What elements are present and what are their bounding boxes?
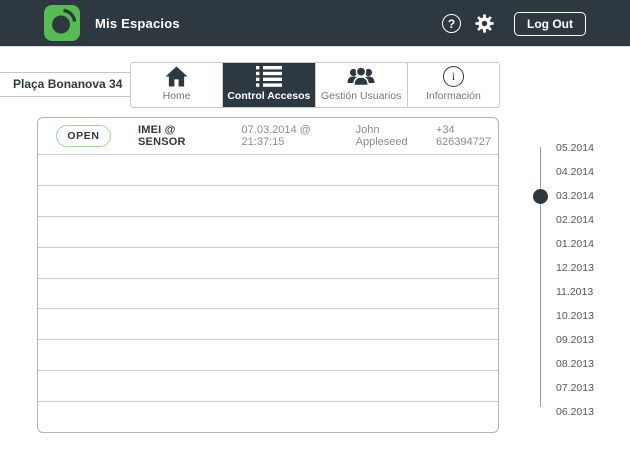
timeline-month-list: 05.2014 04.2014 03.2014 02.2014 01.2014 … <box>556 136 594 424</box>
timeline-month[interactable]: 06.2013 <box>556 400 594 424</box>
location-chip[interactable]: Plaça Bonanova 34 <box>0 72 137 97</box>
timeline-month[interactable]: 12.2013 <box>556 256 594 280</box>
empty-log-row <box>38 370 498 401</box>
access-log-row[interactable]: OPEN IMEI @ SENSOR 07.03.2014 @ 21:37:15… <box>38 118 498 154</box>
tab-control-accesos-label: Control Accesos <box>227 90 310 102</box>
help-icon[interactable]: ? <box>442 14 461 33</box>
tab-control-accesos[interactable]: Control Accesos <box>222 63 314 107</box>
timeline-line <box>540 147 541 407</box>
timeline-month[interactable]: 01.2014 <box>556 232 594 256</box>
app-title: Mis Espacios <box>95 16 180 31</box>
timeline-month[interactable]: 10.2013 <box>556 304 594 328</box>
empty-log-row <box>38 401 498 432</box>
empty-log-row <box>38 247 498 278</box>
home-icon <box>165 64 188 88</box>
user-label: John Appleseed <box>356 124 419 148</box>
timeline-month[interactable]: 02.2014 <box>556 208 594 232</box>
phone-label: +34 626394727 <box>436 124 498 148</box>
timeline-month[interactable]: 05.2014 <box>556 136 594 160</box>
logout-button[interactable]: Log Out <box>514 12 586 36</box>
access-list-icon <box>256 64 282 88</box>
empty-log-row <box>38 185 498 216</box>
users-group-icon <box>347 64 375 88</box>
help-glyph: ? <box>448 17 455 31</box>
tab-gestion-usuarios-label: Gestión Usuarios <box>321 90 402 102</box>
timeline-month[interactable]: 07.2013 <box>556 376 594 400</box>
app-logo-icon <box>44 5 80 41</box>
tab-home[interactable]: Home <box>131 63 222 107</box>
info-icon: i <box>443 64 464 88</box>
timeline-month[interactable]: 04.2014 <box>556 160 594 184</box>
device-label: IMEI @ SENSOR <box>138 124 210 148</box>
header-actions: ? Log Out <box>442 0 586 47</box>
tab-informacion[interactable]: i Información <box>407 63 499 107</box>
settings-gear-icon[interactable] <box>474 13 495 34</box>
empty-log-row <box>38 339 498 370</box>
tab-home-label: Home <box>163 90 191 102</box>
app-header: Mis Espacios ? Log Out <box>0 0 630 47</box>
timeline-month[interactable]: 11.2013 <box>556 280 594 304</box>
info-glyph: i <box>452 69 455 84</box>
timeline-month[interactable]: 08.2013 <box>556 352 594 376</box>
access-log-table: OPEN IMEI @ SENSOR 07.03.2014 @ 21:37:15… <box>37 117 499 433</box>
timeline-month[interactable]: 03.2014 <box>556 184 594 208</box>
empty-log-row <box>38 154 498 185</box>
empty-log-row <box>38 216 498 247</box>
tab-gestion-usuarios[interactable]: Gestión Usuarios <box>315 63 407 107</box>
empty-log-row <box>38 308 498 339</box>
status-badge[interactable]: OPEN <box>56 125 111 147</box>
main-tabbar: Home Control Accesos <box>130 62 500 108</box>
timeline-month[interactable]: 09.2013 <box>556 328 594 352</box>
empty-log-row <box>38 278 498 309</box>
tab-informacion-label: Información <box>426 90 481 102</box>
timestamp-label: 07.03.2014 @ 21:37:15 <box>242 124 335 148</box>
timeline-selected-dot[interactable] <box>533 189 548 204</box>
